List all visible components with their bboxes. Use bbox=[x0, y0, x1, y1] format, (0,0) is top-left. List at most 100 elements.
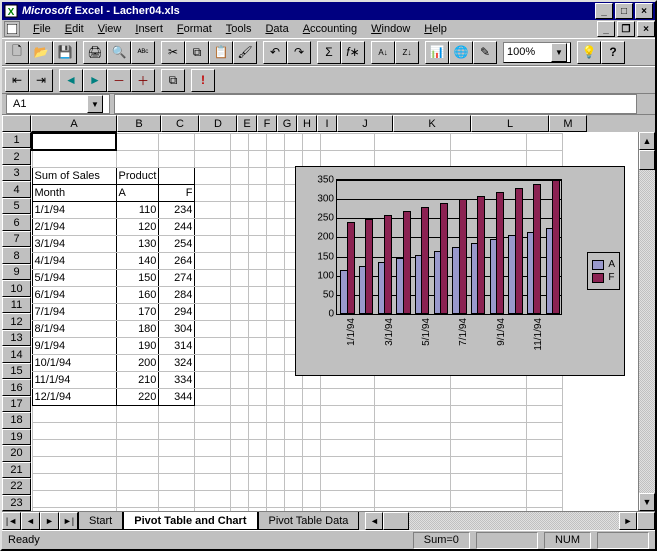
tab-first-button[interactable]: |◄ bbox=[2, 512, 21, 530]
cell-E14[interactable] bbox=[231, 354, 249, 371]
row-header-11[interactable]: 11 bbox=[2, 297, 31, 313]
cell-A6[interactable]: 2/1/94 bbox=[32, 218, 116, 235]
cell-A2[interactable] bbox=[32, 150, 116, 167]
cell-B6[interactable]: 120 bbox=[116, 218, 159, 235]
spellcheck-button[interactable]: ᴬᴮᶜ bbox=[131, 41, 155, 64]
cell-E10[interactable] bbox=[231, 286, 249, 303]
cell-F21[interactable] bbox=[249, 473, 267, 490]
cell-D12[interactable] bbox=[195, 320, 231, 337]
drawing-button[interactable]: ✎ bbox=[473, 41, 497, 64]
col-header-G[interactable]: G bbox=[277, 115, 297, 132]
sheet-tab-pivot table and chart[interactable]: Pivot Table and Chart bbox=[123, 512, 257, 530]
cell-L18[interactable] bbox=[451, 422, 527, 439]
menu-window[interactable]: Window bbox=[364, 22, 417, 36]
cell-D6[interactable] bbox=[195, 218, 231, 235]
cell-G8[interactable] bbox=[267, 252, 285, 269]
col-header-F[interactable]: F bbox=[257, 115, 277, 132]
cell-A12[interactable]: 8/1/94 bbox=[32, 320, 116, 337]
row-header-18[interactable]: 18 bbox=[2, 412, 31, 428]
cell-E8[interactable] bbox=[231, 252, 249, 269]
cell-C16[interactable]: 344 bbox=[159, 388, 195, 405]
cell-G11[interactable] bbox=[267, 303, 285, 320]
sort-desc-button[interactable]: Z↓ bbox=[395, 41, 419, 64]
cell-E2[interactable] bbox=[231, 150, 249, 167]
cell-K17[interactable] bbox=[375, 405, 451, 422]
col-header-K[interactable]: K bbox=[393, 115, 471, 132]
cell-F1[interactable] bbox=[249, 133, 267, 150]
row-header-9[interactable]: 9 bbox=[2, 264, 31, 280]
cell-C22[interactable] bbox=[159, 490, 195, 507]
menu-view[interactable]: View bbox=[91, 22, 129, 36]
cell-E23[interactable] bbox=[231, 507, 249, 511]
cell-D7[interactable] bbox=[195, 235, 231, 252]
vertical-scrollbar[interactable]: ▲ ▼ bbox=[638, 132, 655, 511]
save-button[interactable]: 💾 bbox=[53, 41, 77, 64]
cell-A16[interactable]: 12/1/94 bbox=[32, 388, 116, 405]
cell-E22[interactable] bbox=[231, 490, 249, 507]
menu-file[interactable]: File bbox=[26, 22, 58, 36]
cell-B2[interactable] bbox=[116, 150, 159, 167]
cell-G18[interactable] bbox=[267, 422, 285, 439]
cell-L19[interactable] bbox=[451, 439, 527, 456]
cell-I20[interactable] bbox=[303, 456, 321, 473]
scroll-up-button[interactable]: ▲ bbox=[639, 132, 655, 150]
cell-F4[interactable] bbox=[249, 184, 267, 201]
cell-D15[interactable] bbox=[195, 371, 231, 388]
cell-F3[interactable] bbox=[249, 167, 267, 184]
cell-D11[interactable] bbox=[195, 303, 231, 320]
col-header-C[interactable]: C bbox=[161, 115, 199, 132]
function-wizard-button[interactable]: f∗ bbox=[341, 41, 365, 64]
cell-H1[interactable] bbox=[285, 133, 303, 150]
cell-I21[interactable] bbox=[303, 473, 321, 490]
cell-K21[interactable] bbox=[375, 473, 451, 490]
cell-E12[interactable] bbox=[231, 320, 249, 337]
scroll-track[interactable] bbox=[383, 512, 619, 530]
cell-I16[interactable] bbox=[303, 388, 321, 405]
row-header-1[interactable]: 1 bbox=[2, 132, 31, 148]
cell-E11[interactable] bbox=[231, 303, 249, 320]
cell-K19[interactable] bbox=[375, 439, 451, 456]
scroll-thumb[interactable] bbox=[639, 150, 655, 170]
cell-K2[interactable] bbox=[375, 150, 451, 167]
cell-C14[interactable]: 324 bbox=[159, 354, 195, 371]
scroll-thumb[interactable] bbox=[383, 512, 409, 530]
cell-H20[interactable] bbox=[285, 456, 303, 473]
cell-D22[interactable] bbox=[195, 490, 231, 507]
cell-F20[interactable] bbox=[249, 456, 267, 473]
row-header-20[interactable]: 20 bbox=[2, 445, 31, 461]
cell-J19[interactable] bbox=[321, 439, 375, 456]
cell-I22[interactable] bbox=[303, 490, 321, 507]
tab-last-button[interactable]: ►| bbox=[59, 512, 78, 530]
print-preview-button[interactable]: 🔍 bbox=[107, 41, 131, 64]
cell-K23[interactable] bbox=[375, 507, 451, 511]
sheet-tab-pivot table data[interactable]: Pivot Table Data bbox=[258, 512, 360, 530]
cell-C19[interactable] bbox=[159, 439, 195, 456]
row-header-19[interactable]: 19 bbox=[2, 429, 31, 445]
cell-D5[interactable] bbox=[195, 201, 231, 218]
pivot-left-end-button[interactable]: ⇤ bbox=[5, 69, 29, 92]
pivot-right-end-button[interactable]: ⇥ bbox=[29, 69, 53, 92]
cell-G21[interactable] bbox=[267, 473, 285, 490]
cell-F8[interactable] bbox=[249, 252, 267, 269]
maximize-button[interactable]: □ bbox=[615, 3, 633, 19]
cell-F6[interactable] bbox=[249, 218, 267, 235]
cell-M22[interactable] bbox=[527, 490, 563, 507]
cell-L20[interactable] bbox=[451, 456, 527, 473]
col-header-I[interactable]: I bbox=[317, 115, 337, 132]
row-header-14[interactable]: 14 bbox=[2, 346, 31, 362]
cell-E9[interactable] bbox=[231, 269, 249, 286]
cell-C9[interactable]: 274 bbox=[159, 269, 195, 286]
cell-L22[interactable] bbox=[451, 490, 527, 507]
tab-split-handle[interactable] bbox=[637, 512, 655, 530]
cell-L1[interactable] bbox=[451, 133, 527, 150]
chart-wizard-button[interactable]: 📊 bbox=[425, 41, 449, 64]
cell-L21[interactable] bbox=[451, 473, 527, 490]
tab-next-button[interactable]: ► bbox=[40, 512, 59, 530]
cell-G12[interactable] bbox=[267, 320, 285, 337]
scroll-left-button[interactable]: ◄ bbox=[365, 512, 383, 530]
sort-asc-button[interactable]: A↓ bbox=[371, 41, 395, 64]
cell-G5[interactable] bbox=[267, 201, 285, 218]
cell-H17[interactable] bbox=[285, 405, 303, 422]
cell-I2[interactable] bbox=[303, 150, 321, 167]
cell-C11[interactable]: 294 bbox=[159, 303, 195, 320]
